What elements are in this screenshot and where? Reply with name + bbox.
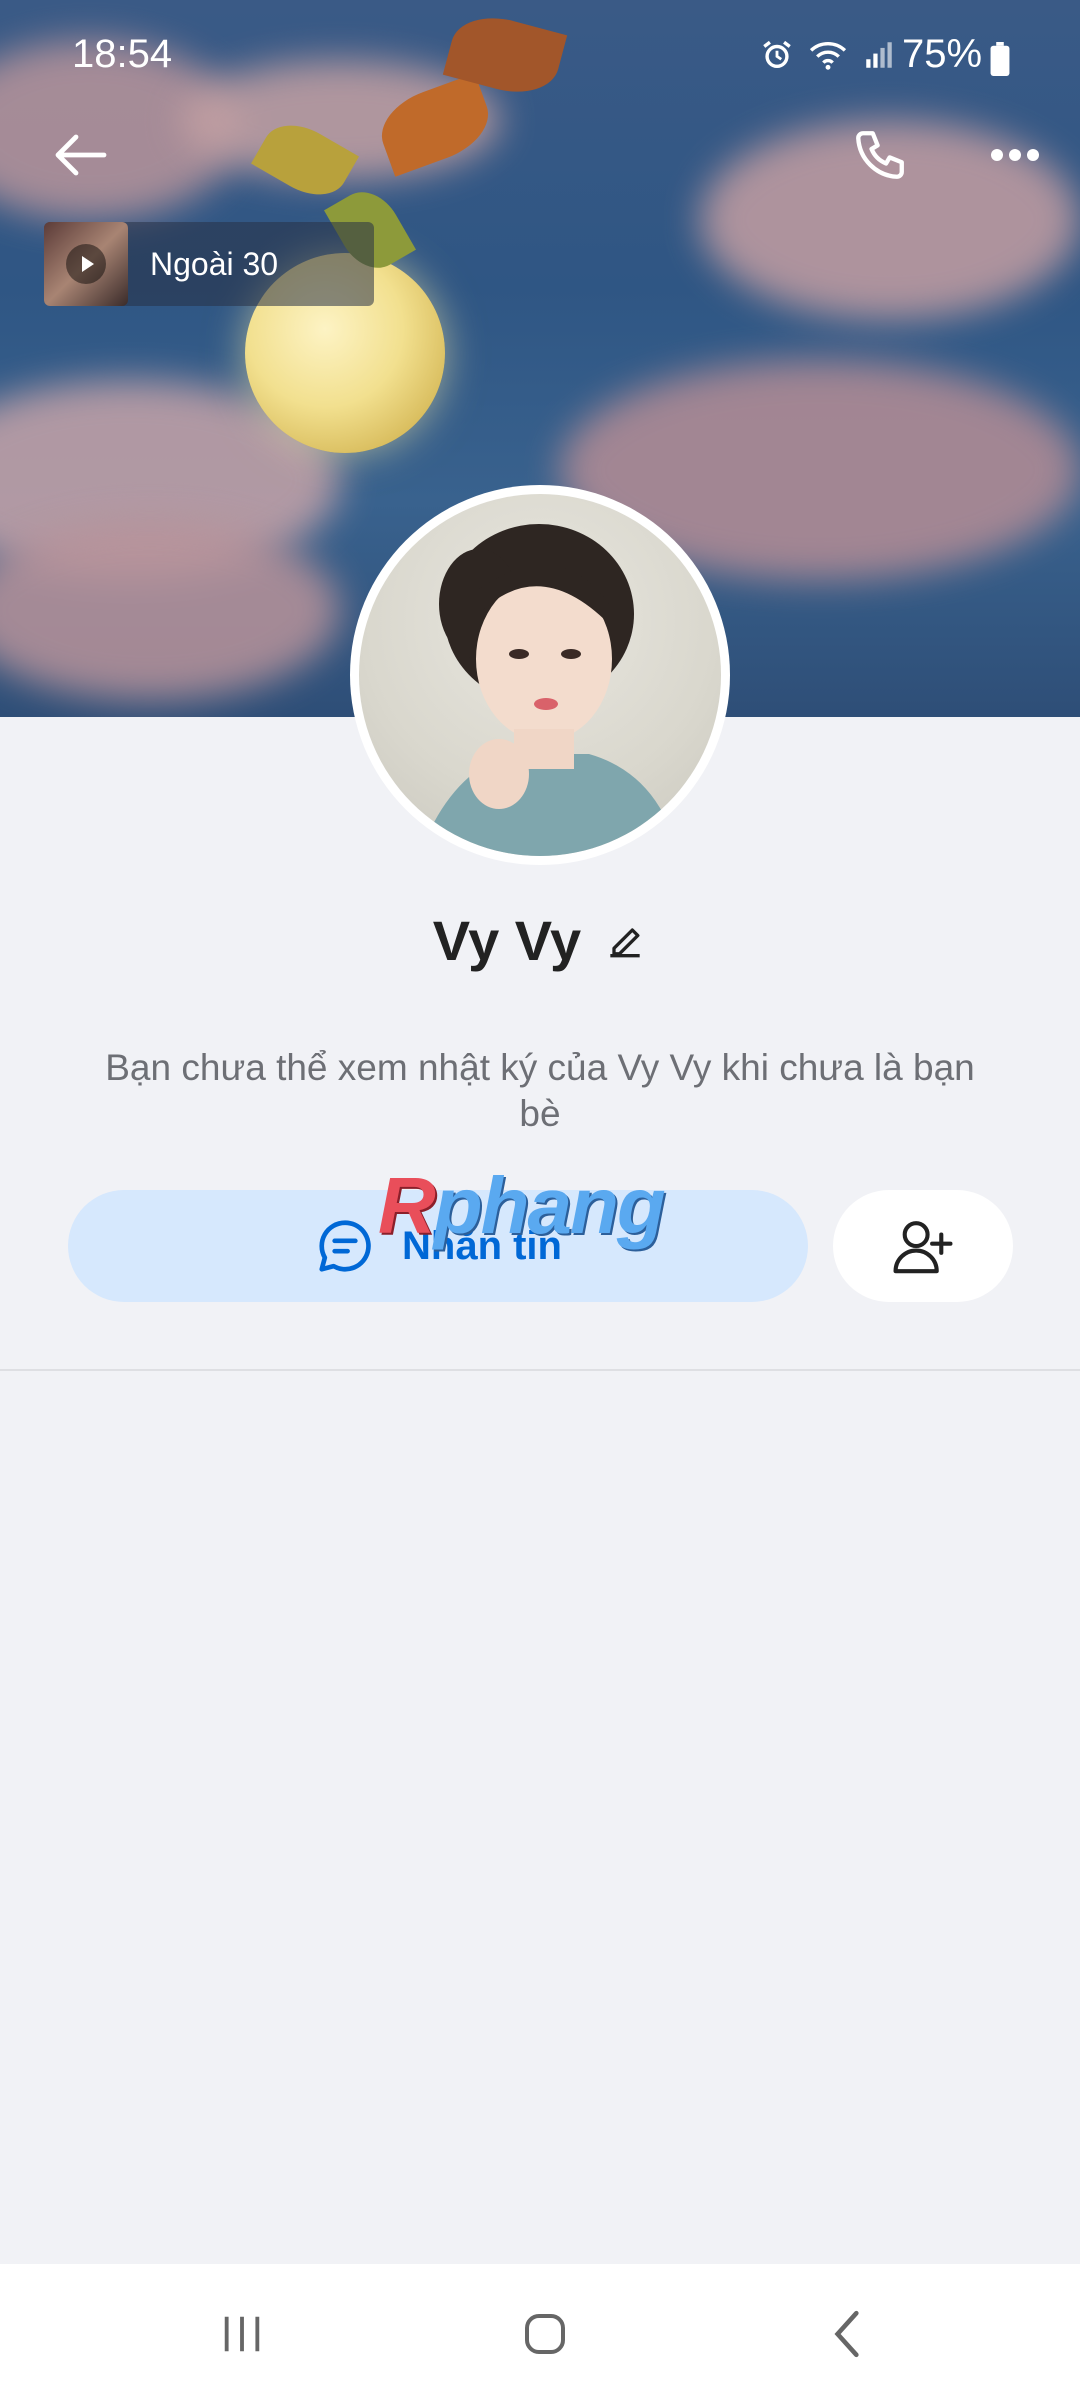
add-friend-button[interactable]: [833, 1190, 1013, 1302]
profile-name-row: Vy Vy: [0, 908, 1080, 973]
music-thumbnail: [44, 222, 128, 306]
recent-apps-button[interactable]: [202, 2304, 282, 2364]
diary-privacy-notice: Bạn chưa thể xem nhật ký của Vy Vy khi c…: [105, 1047, 975, 1134]
chat-bubble-icon: [319, 1220, 371, 1272]
play-icon: [66, 244, 106, 284]
wifi-icon: [809, 41, 847, 70]
music-title: Ngoài 30: [150, 245, 279, 282]
battery-percent: 75%: [902, 32, 983, 76]
section-divider: [0, 1369, 1080, 1371]
avatar-image: [359, 494, 721, 856]
status-icons: [760, 38, 896, 72]
call-button[interactable]: [840, 120, 920, 190]
avatar-portrait: [419, 524, 679, 856]
phone-icon: [856, 131, 904, 179]
back-nav-button[interactable]: [808, 2304, 888, 2364]
home-button[interactable]: [505, 2304, 585, 2364]
home-icon: [525, 2314, 565, 2354]
recent-apps-icon: [224, 2316, 260, 2352]
avatar[interactable]: [350, 485, 730, 865]
status-time: 18:54: [72, 32, 173, 76]
arrow-left-icon: [55, 134, 107, 176]
alarm-icon: [763, 40, 791, 69]
profile-name: Vy Vy: [432, 909, 582, 972]
pencil-icon: [610, 927, 640, 957]
status-bar: 18:54 75%: [0, 0, 1080, 118]
chevron-left-icon: [834, 2310, 859, 2358]
edit-name-button[interactable]: [603, 919, 647, 963]
more-options-button[interactable]: [975, 120, 1055, 190]
profile-music[interactable]: Ngoài 30: [44, 222, 374, 306]
signal-icon: [866, 42, 892, 68]
system-navigation-bar: [0, 2264, 1080, 2400]
user-plus-icon: [893, 1221, 953, 1274]
back-button[interactable]: [40, 120, 120, 190]
watermark-logo: Rphang: [378, 1161, 666, 1250]
battery-icon: [990, 42, 1010, 76]
more-horizontal-icon: [991, 149, 1039, 161]
